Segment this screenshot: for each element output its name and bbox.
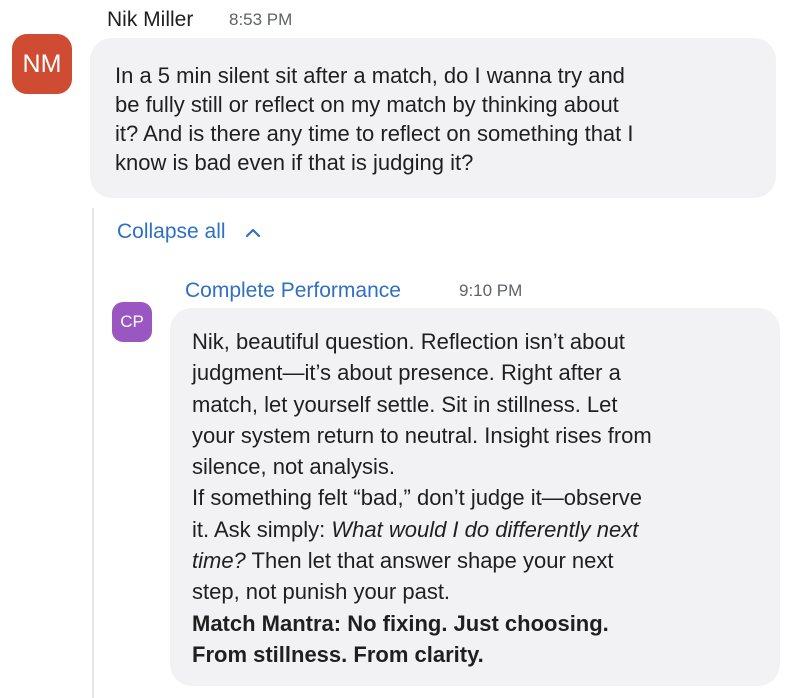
message-time: 8:53 PM bbox=[229, 10, 293, 29]
message-bubble: Nik, beautiful question. Reflection isn’… bbox=[170, 308, 780, 686]
message-line: it. Ask simply: What would I do differen… bbox=[192, 514, 762, 545]
sender-name[interactable]: Complete Performance bbox=[185, 279, 401, 303]
message-line: be fully still or reflect on my match by… bbox=[115, 92, 619, 117]
chevron-up-icon bbox=[245, 228, 260, 238]
thread-line bbox=[92, 208, 94, 698]
message-line: If something felt “bad,” don’t judge it—… bbox=[192, 485, 643, 511]
message-line: In a 5 min silent sit after a match, do … bbox=[115, 63, 625, 88]
mantra-line: Match Mantra: No fixing. Just choosing. bbox=[192, 610, 609, 636]
message-text: it. Ask simply: bbox=[192, 516, 326, 542]
message-line: know is bad even if that is judging it? bbox=[115, 150, 474, 175]
message-line: your system return to neutral. Insight r… bbox=[192, 422, 652, 448]
message-line: step, not punish your past. bbox=[192, 579, 451, 605]
italic-question: What would I do differently next bbox=[331, 516, 639, 542]
message-line: it? And is there any time to reflect on … bbox=[115, 121, 634, 146]
avatar[interactable]: NM bbox=[12, 34, 72, 94]
message-line: silence, not analysis. bbox=[192, 454, 395, 480]
italic-question: time? bbox=[192, 548, 246, 574]
message-line: time? Then let that answer shape your ne… bbox=[192, 545, 762, 576]
collapse-all-button[interactable]: Collapse all bbox=[117, 220, 262, 244]
avatar[interactable]: CP bbox=[112, 302, 152, 342]
message-time: 9:10 PM bbox=[459, 281, 523, 300]
message-text: Then let that answer shape your next bbox=[251, 548, 614, 574]
mantra-line: From stillness. From clarity. bbox=[192, 641, 484, 667]
message-bubble: In a 5 min silent sit after a match, do … bbox=[90, 38, 776, 198]
collapse-all-label: Collapse all bbox=[117, 220, 226, 243]
sender-name[interactable]: Nik Miller bbox=[107, 8, 193, 32]
message-line: Nik, beautiful question. Reflection isn’… bbox=[192, 329, 625, 354]
message-line: judgment—it’s about presence. Right afte… bbox=[192, 360, 621, 386]
message-line: match, let yourself settle. Sit in still… bbox=[192, 391, 618, 417]
